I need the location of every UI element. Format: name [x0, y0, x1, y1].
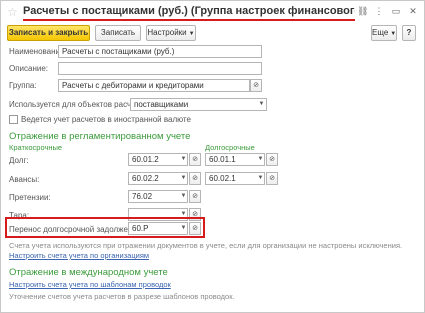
chevron-down-icon[interactable]: ▼ — [255, 154, 266, 165]
close-icon[interactable]: ✕ — [408, 6, 418, 17]
name-field[interactable]: Расчеты с постащиками (руб.) — [58, 45, 262, 58]
chevron-down-icon: ▼ — [188, 31, 195, 37]
advances-label: Авансы: — [9, 175, 40, 184]
configure-by-organization-link[interactable]: Настроить счета учета по организациям — [9, 251, 149, 260]
short-term-header: Краткосрочные — [9, 143, 63, 152]
minimize-icon[interactable]: ▭ — [391, 6, 401, 17]
group-field[interactable]: Расчеты с дебиторами и кредиторами — [58, 79, 250, 92]
international-section-title: Отражение в международном учете — [9, 267, 168, 278]
link-icon[interactable]: ⛓ — [357, 6, 368, 17]
open-link-icon[interactable]: ⊘ — [189, 190, 201, 203]
foreign-currency-checkbox[interactable] — [9, 115, 18, 124]
open-link-icon[interactable]: ⊘ — [189, 172, 201, 185]
debt-label: Долг: — [9, 156, 29, 165]
description-field[interactable] — [58, 62, 262, 75]
help-button[interactable]: ? — [402, 25, 416, 41]
claims-label: Претензии: — [9, 193, 51, 202]
open-link-icon[interactable]: ⊘ — [189, 222, 201, 235]
used-for-field[interactable]: поставщиками — [130, 98, 267, 111]
regulated-hint: Счета учета используются при отражении д… — [9, 241, 403, 250]
foreign-currency-label: Ведется учет расчетов в иностранной валю… — [21, 115, 191, 124]
long-term-header: Долгосрочные — [205, 143, 255, 152]
chevron-down-icon[interactable]: ▼ — [178, 223, 189, 234]
settings-button-label: Настройки — [147, 28, 187, 37]
window-controls: ⛓ ⋮ ▭ ✕ — [357, 6, 418, 17]
chevron-down-icon[interactable]: ▼ — [178, 173, 189, 184]
chevron-down-icon[interactable]: ▼ — [255, 173, 266, 184]
toolbar: Записать и закрыть Записать Настройки ▼ Е… — [7, 25, 420, 43]
more-button-label: Еще — [372, 28, 389, 37]
open-link-icon[interactable]: ⊘ — [250, 79, 262, 92]
save-and-close-button[interactable]: Записать и закрыть — [7, 25, 90, 41]
more-icon[interactable]: ⋮ — [374, 6, 384, 17]
open-link-icon[interactable]: ⊘ — [266, 153, 278, 166]
international-hint: Уточнение счетов учета расчетов в разрез… — [9, 292, 235, 301]
window-title: Расчеты с постащиками (руб.) (Группа нас… — [23, 5, 355, 17]
settings-button[interactable]: Настройки ▼ — [146, 25, 196, 41]
configure-by-templates-link[interactable]: Настроить счета учета по шаблонам провод… — [9, 280, 171, 289]
description-label: Описание: — [9, 64, 49, 73]
chevron-down-icon: ▼ — [390, 31, 397, 37]
save-button[interactable]: Записать — [95, 25, 141, 41]
more-button[interactable]: Еще ▼ — [371, 25, 397, 41]
chevron-down-icon[interactable]: ▼ — [256, 99, 267, 110]
settings-window: ☆ Расчеты с постащиками (руб.) (Группа н… — [0, 0, 425, 313]
open-link-icon[interactable]: ⊘ — [189, 153, 201, 166]
chevron-down-icon[interactable]: ▼ — [178, 154, 189, 165]
regulated-section-title: Отражение в регламентированном учете — [9, 131, 191, 142]
title-highlight-underline — [23, 19, 355, 21]
group-label: Группа: — [9, 81, 37, 90]
chevron-down-icon[interactable]: ▼ — [178, 191, 189, 202]
favorite-star-icon[interactable]: ☆ — [7, 5, 18, 19]
open-link-icon[interactable]: ⊘ — [266, 172, 278, 185]
